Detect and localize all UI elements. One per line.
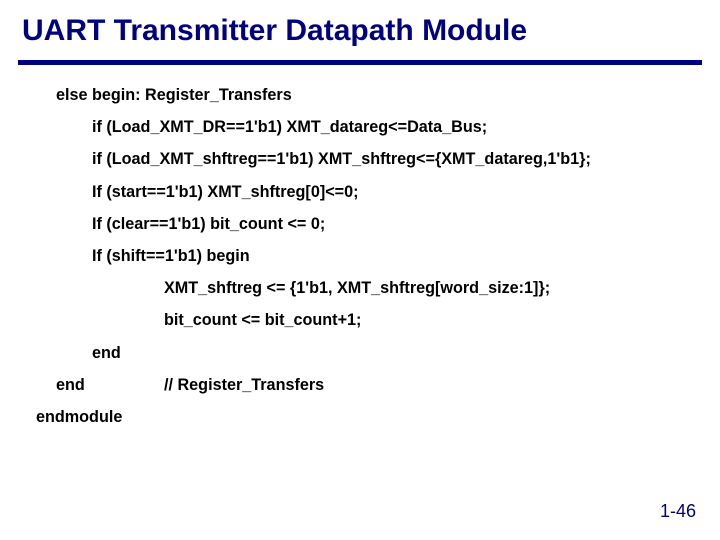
code-line: bit_count <= bit_count+1; — [56, 312, 690, 328]
code-line: else begin: Register_Transfers — [56, 87, 690, 103]
end-keyword: end — [56, 377, 164, 393]
slide-body: else begin: Register_Transfers if (Load_… — [0, 65, 720, 425]
code-line: endmodule — [36, 409, 690, 425]
slide-title: UART Transmitter Datapath Module — [0, 0, 720, 56]
page-number: 1-46 — [660, 501, 696, 522]
code-line: if (Load_XMT_DR==1'b1) XMT_datareg<=Data… — [56, 119, 690, 135]
code-line: if (Load_XMT_shftreg==1'b1) XMT_shftreg<… — [56, 151, 690, 167]
code-line: If (shift==1'b1) begin — [56, 248, 690, 264]
code-line: end — [56, 345, 690, 361]
slide: UART Transmitter Datapath Module else be… — [0, 0, 720, 540]
code-line: end // Register_Transfers — [56, 377, 690, 393]
code-line: If (start==1'b1) XMT_shftreg[0]<=0; — [56, 184, 690, 200]
end-comment: // Register_Transfers — [164, 377, 324, 393]
code-line: XMT_shftreg <= {1'b1, XMT_shftreg[word_s… — [56, 280, 690, 296]
code-line: If (clear==1'b1) bit_count <= 0; — [56, 216, 690, 232]
